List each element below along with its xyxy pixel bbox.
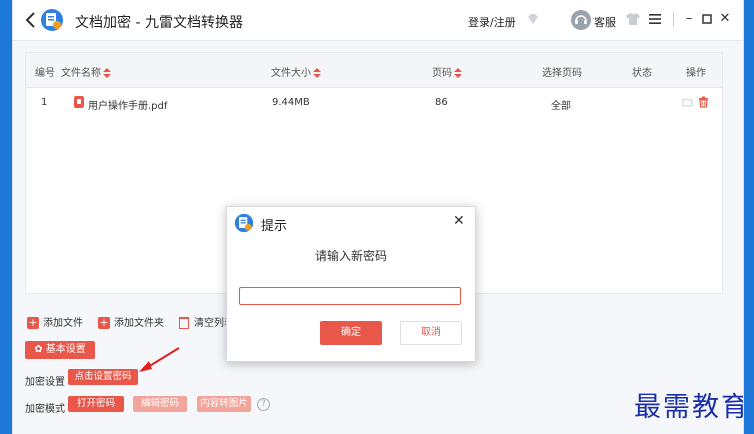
- vip-diamond-icon[interactable]: [525, 11, 541, 27]
- cancel-button[interactable]: 取消: [400, 321, 462, 345]
- col-filesize[interactable]: 文件大小: [271, 64, 321, 79]
- col-filename-label: 文件名称: [61, 68, 101, 79]
- dialog-title: 提示: [261, 219, 288, 234]
- customer-service-avatar[interactable]: [571, 10, 591, 30]
- gear-icon: ✿: [34, 344, 46, 355]
- sort-icon[interactable]: [313, 68, 321, 78]
- customer-service-label[interactable]: 客服: [594, 14, 616, 30]
- window-title: 文档加密 - 九雷文档转换器: [75, 15, 243, 31]
- dialog-prompt: 请输入新密码: [314, 249, 387, 263]
- col-pages-label: 页码: [432, 68, 452, 79]
- row-filename: 用户操作手册.pdf: [88, 101, 168, 112]
- mode-edit-password-button[interactable]: 编辑密码: [133, 396, 187, 412]
- title-separator: [673, 12, 674, 27]
- row-filesize: 9.44MB: [272, 97, 310, 108]
- set-password-button[interactable]: 点击设置密码: [68, 369, 138, 385]
- col-status: 状态: [632, 68, 652, 79]
- app-window: 文档加密 - 九雷文档转换器 登录/注册 客服 – ✕ 编号 文件名称 文件大小…: [12, 0, 744, 434]
- maximize-button[interactable]: [699, 10, 715, 28]
- plus-icon: +: [98, 316, 110, 329]
- minimize-button[interactable]: –: [681, 10, 697, 28]
- new-password-input[interactable]: [239, 287, 461, 305]
- row-page-selection[interactable]: 全部: [551, 97, 571, 112]
- row-pages: 86: [435, 97, 448, 108]
- pdf-file-icon: [74, 96, 84, 108]
- encrypt-settings-label: 加密设置: [25, 377, 65, 388]
- headset-icon: [575, 15, 587, 24]
- table-header: 编号 文件名称 文件大小 页码 选择页码 状态 操作: [26, 53, 722, 88]
- close-window-button[interactable]: ✕: [717, 10, 733, 28]
- col-filename[interactable]: 文件名称: [61, 64, 111, 79]
- col-index: 编号: [35, 68, 55, 79]
- menu-icon[interactable]: [648, 12, 662, 26]
- title-bar: 文档加密 - 九雷文档转换器 登录/注册 客服 – ✕: [13, 0, 743, 41]
- add-folder-button[interactable]: + 添加文件夹: [98, 314, 164, 330]
- back-arrow-icon[interactable]: [22, 10, 40, 30]
- basic-settings-button[interactable]: ✿ 基本设置: [25, 341, 95, 359]
- app-logo-icon: [41, 9, 63, 31]
- sort-icon[interactable]: [454, 68, 462, 78]
- sort-icon[interactable]: [103, 68, 111, 78]
- col-pages[interactable]: 页码: [432, 64, 462, 79]
- col-page-selection: 选择页码: [542, 68, 582, 79]
- trash-icon: [179, 317, 189, 329]
- basic-settings-label: 基本设置: [45, 344, 86, 355]
- open-folder-icon[interactable]: [682, 96, 693, 108]
- watermark-text: 最需教育: [634, 392, 744, 423]
- col-filesize-label: 文件大小: [271, 68, 311, 79]
- maximize-icon: [702, 14, 712, 24]
- add-file-button[interactable]: + 添加文件: [27, 314, 83, 330]
- add-folder-label: 添加文件夹: [114, 318, 164, 329]
- password-dialog: 提示 ✕ 请输入新密码 确定 取消: [226, 206, 476, 362]
- row-index: 1: [41, 97, 48, 108]
- help-icon[interactable]: ?: [257, 398, 270, 411]
- col-actions: 操作: [686, 68, 706, 79]
- skin-shirt-icon[interactable]: [625, 12, 641, 26]
- dialog-close-icon[interactable]: ✕: [453, 213, 465, 229]
- table-row[interactable]: 1 用户操作手册.pdf 9.44MB 86 全部: [26, 88, 722, 118]
- encrypt-mode-label: 加密模式: [25, 404, 65, 415]
- mode-open-password-button[interactable]: 打开密码: [68, 396, 124, 412]
- delete-icon[interactable]: [698, 96, 709, 108]
- login-register-link[interactable]: 登录/注册: [468, 14, 516, 30]
- add-file-label: 添加文件: [43, 318, 83, 329]
- app-logo-icon: [234, 213, 254, 233]
- confirm-button[interactable]: 确定: [320, 321, 382, 345]
- plus-icon: +: [27, 316, 39, 329]
- mode-content-to-image-button[interactable]: 内容转图片: [197, 396, 251, 412]
